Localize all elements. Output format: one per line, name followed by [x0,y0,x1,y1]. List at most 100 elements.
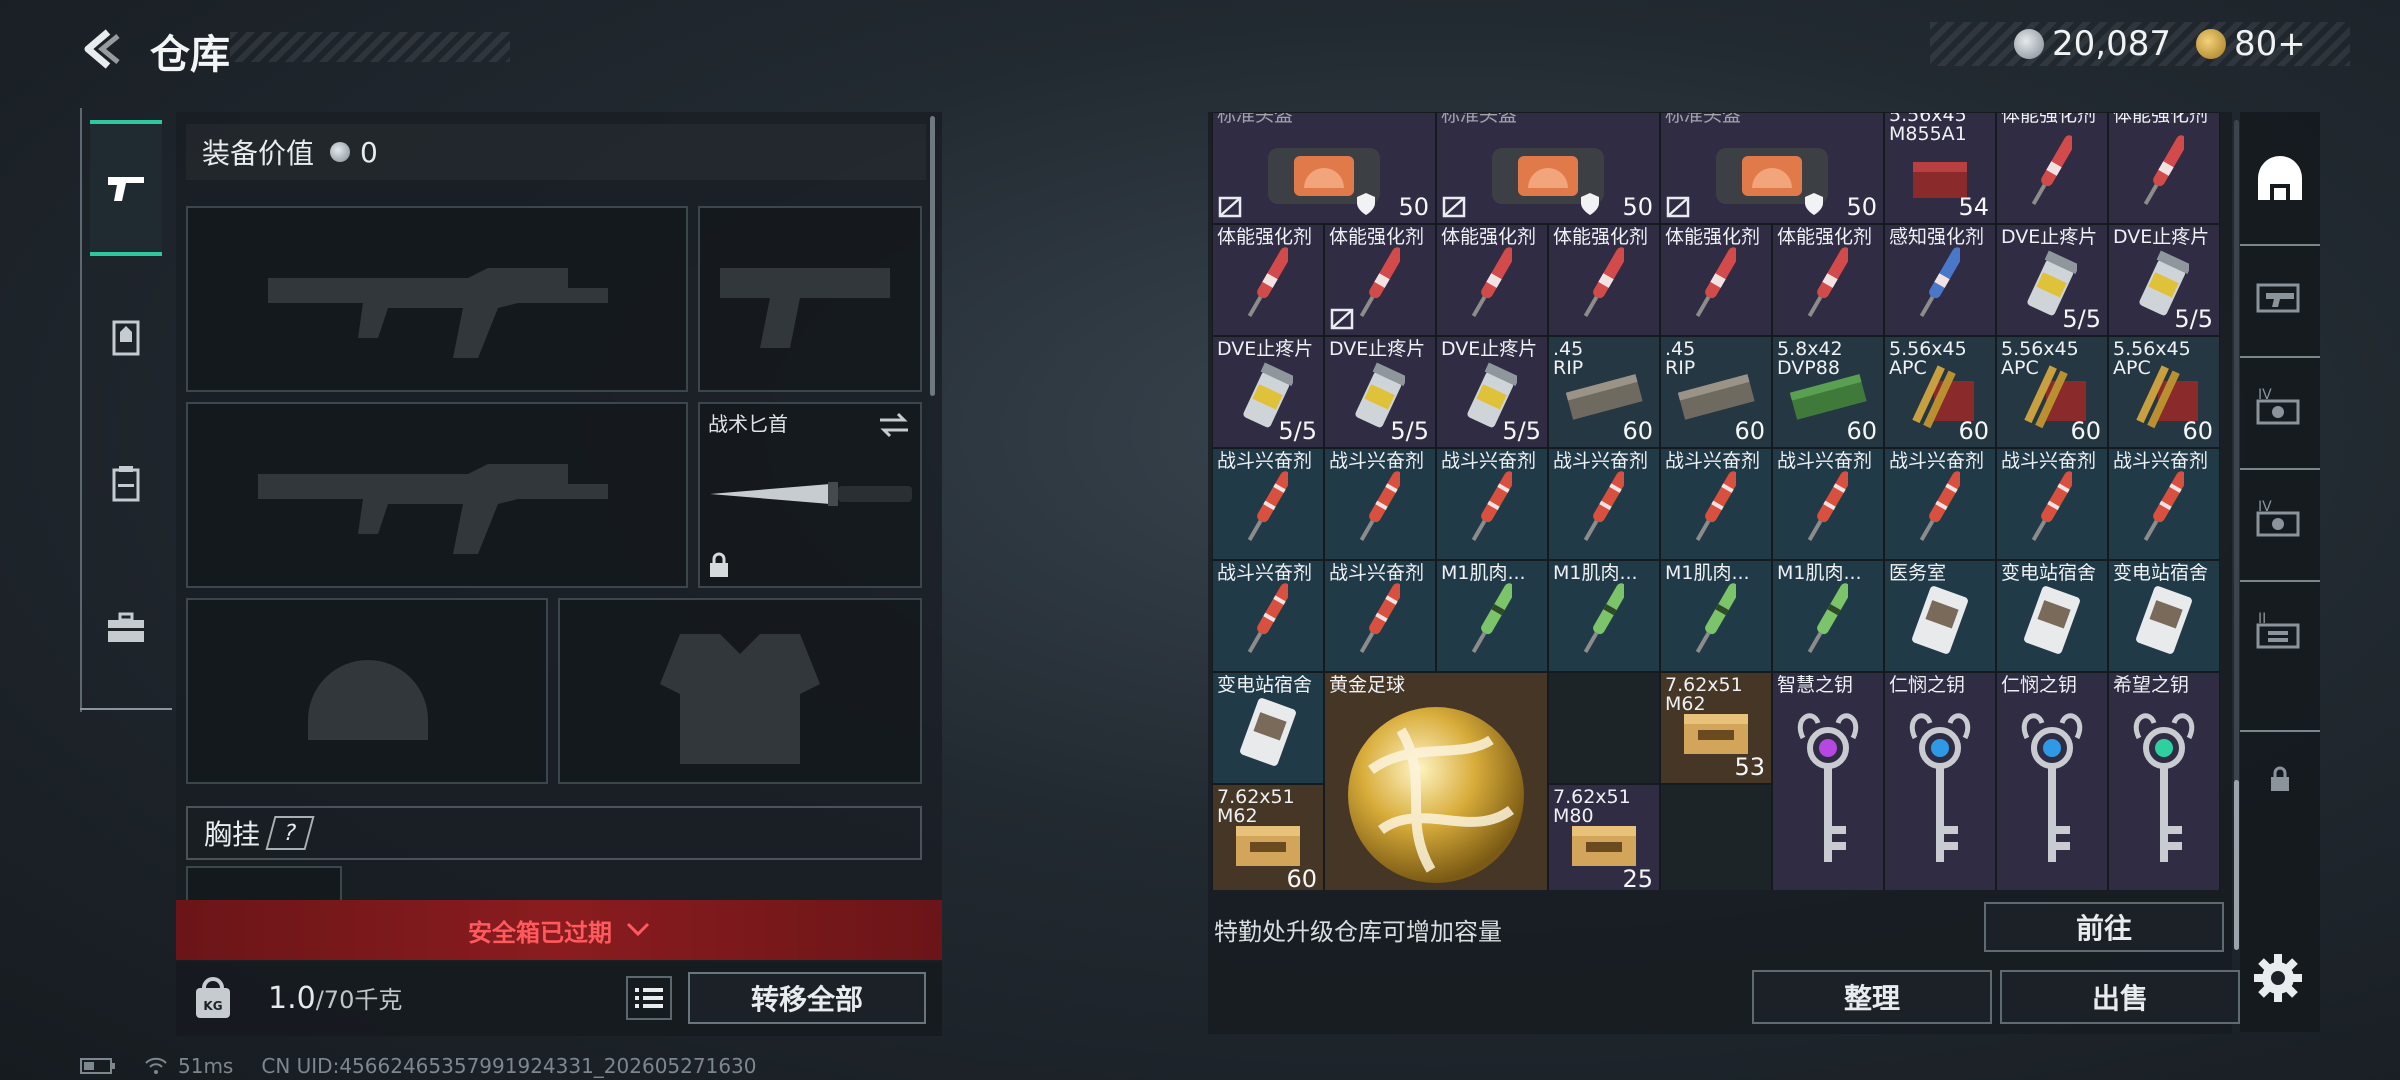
goto-button[interactable]: 前往 [1984,902,2224,952]
nav-weapons[interactable] [90,120,162,256]
grid-item[interactable]: .45 RIP 60 [1548,336,1660,448]
grid-item[interactable]: 战斗兴奋剂 [2108,448,2220,560]
no-armor-icon [1442,196,1466,218]
tab-locked[interactable] [2240,730,2320,826]
grid-item[interactable]: 5.56x45 APC 60 [1884,336,1996,448]
equipment-scrollbar[interactable] [930,116,935,396]
grid-item[interactable]: DVE止疼片 5/5 [2108,224,2220,336]
pistol-slot[interactable] [698,206,922,392]
grid-item[interactable]: .45 RIP 60 [1660,336,1772,448]
grid-item[interactable]: 标准头盔 50 [1212,112,1436,224]
injector-green-icon [1584,583,1624,654]
swap-icon[interactable] [878,412,910,438]
grid-item[interactable]: 变电站宿舍 [2108,560,2220,672]
grid-item[interactable]: 5.8x42 DVP88 60 [1772,336,1884,448]
gear-icon[interactable] [2250,950,2306,1006]
ping: 51ms [178,1054,234,1078]
grid-item[interactable]: 战斗兴奋剂 [1436,448,1548,560]
grid-item[interactable]: 体能强化剂 [1324,224,1436,336]
back-arrow-icon[interactable] [78,26,124,72]
transfer-all-button[interactable]: 转移全部 [688,972,926,1024]
grid-item[interactable]: 体能强化剂 [1436,224,1548,336]
tab-all-storage[interactable] [2240,132,2320,228]
list-view-button[interactable] [626,976,672,1020]
grid-item[interactable]: 仁悯之钥 [1884,672,1996,890]
grid-item[interactable]: 战斗兴奋剂 [1212,560,1324,672]
storage-scrollbar-thumb[interactable] [2234,780,2239,950]
chest-rig-slot[interactable] [186,866,342,900]
grid-item[interactable]: 7.62x51 M62 53 [1660,672,1772,784]
grid-item[interactable]: 战斗兴奋剂 [1212,448,1324,560]
grid-item[interactable]: 7.62x51 M62 60 [1212,784,1324,890]
grid-empty-cell[interactable] [1660,784,1772,890]
grid-item[interactable]: 战斗兴奋剂 [1772,448,1884,560]
secondary-weapon-slot[interactable] [186,402,688,588]
sort-button[interactable]: 整理 [1752,970,1992,1024]
grid-item[interactable]: 仁悯之钥 [1996,672,2108,890]
grid-item[interactable]: 医务室 [1884,560,1996,672]
nav-armor[interactable] [90,270,162,406]
grid-item[interactable]: 5.56x45 APC 60 [2108,336,2220,448]
grid-item[interactable]: 智慧之钥 [1772,672,1884,890]
knife-slot[interactable]: 战术匕首 [698,402,922,588]
grid-item[interactable]: 战斗兴奋剂 [1324,448,1436,560]
token-balance[interactable]: 80+ [2196,24,2306,64]
grid-item[interactable]: 5.56x45 M855A1 54 [1884,112,1996,224]
tab-supplies[interactable]: II [2240,580,2320,676]
grid-item[interactable]: 体能强化剂 [1548,224,1660,336]
grid-item[interactable]: 战斗兴奋剂 [1884,448,1996,560]
grid-item[interactable]: 体能强化剂 [2108,112,2220,224]
grid-item[interactable]: 战斗兴奋剂 [1660,448,1772,560]
grid-item[interactable]: 体能强化剂 [1772,224,1884,336]
help-badge[interactable]: ? [265,816,315,850]
grid-item[interactable]: M1肌肉... [1660,560,1772,672]
injector-blue-icon [1920,247,1960,318]
keycard-icon [1240,698,1296,767]
keycard-icon [2024,586,2080,655]
grid-item[interactable]: 7.62x51 M80 25 [1548,784,1660,890]
grid-item[interactable]: M1肌肉... [1436,560,1548,672]
grid-item[interactable]: DVE止疼片 5/5 [1212,336,1324,448]
grid-item[interactable]: 变电站宿舍 [1212,672,1324,784]
title-decoration [230,32,510,62]
vest-silhouette-icon [660,634,820,764]
backpack-icon [112,466,140,502]
tab-helmets[interactable]: IV [2240,468,2320,564]
grid-item[interactable]: 变电站宿舍 [1996,560,2108,672]
grid-item[interactable]: 5.56x45 APC 60 [1996,336,2108,448]
injector-red-icon [1584,247,1624,318]
primary-weapon-slot[interactable] [186,206,688,392]
grid-item[interactable]: DVE止疼片 5/5 [1996,224,2108,336]
chest-rig-row[interactable]: 胸挂 ? [186,806,922,860]
token-amount: 80+ [2234,24,2306,64]
grid-item[interactable]: M1肌肉... [1772,560,1884,672]
sell-button[interactable]: 出售 [2000,970,2240,1024]
armor-slot[interactable] [558,598,922,784]
grid-item[interactable]: 战斗兴奋剂 [1996,448,2108,560]
grid-empty-cell[interactable] [1548,672,1660,784]
grid-item[interactable]: 标准头盔 50 [1660,112,1884,224]
safebox-expired-banner[interactable]: 安全箱已过期 [176,900,942,960]
nav-case[interactable] [90,560,162,696]
grid-item[interactable]: 感知强化剂 [1884,224,1996,336]
grid-item[interactable]: 体能强化剂 [1996,112,2108,224]
tab-weapons[interactable] [2240,244,2320,340]
equipment-value-row: 装备价值 0 [186,124,926,180]
grid-item[interactable]: 战斗兴奋剂 [1324,560,1436,672]
helmet-slot[interactable] [186,598,548,784]
tab-armor[interactable]: IV [2240,356,2320,452]
grid-item[interactable]: M1肌肉... [1548,560,1660,672]
grid-item[interactable]: 战斗兴奋剂 [1548,448,1660,560]
injector-green-icon [1808,583,1848,654]
injector-green-icon [1696,583,1736,654]
grid-item[interactable]: 体能强化剂 [1660,224,1772,336]
grid-item[interactable]: 希望之钥 [2108,672,2220,890]
grid-item[interactable]: DVE止疼片 5/5 [1436,336,1548,448]
equipment-value: 0 [360,135,378,169]
grid-item[interactable]: 黄金足球 [1324,672,1548,890]
grid-item[interactable]: 体能强化剂 [1212,224,1324,336]
storage-grid: 标准头盔 50 标准头盔 50 标准头盔 50 5.56x45 M855A1 5… [1212,112,2224,890]
grid-item[interactable]: DVE止疼片 5/5 [1324,336,1436,448]
nav-backpack[interactable] [90,416,162,552]
grid-item[interactable]: 标准头盔 50 [1436,112,1660,224]
